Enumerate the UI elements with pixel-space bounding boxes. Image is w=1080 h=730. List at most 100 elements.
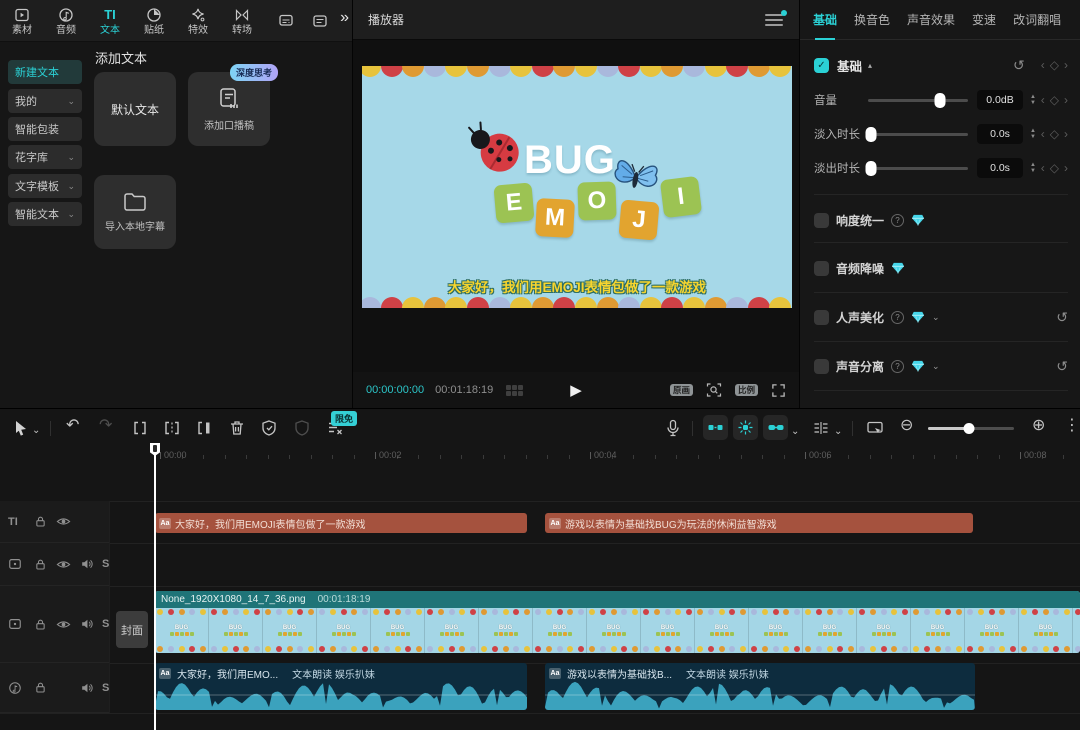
preview-toggle[interactable] (733, 415, 758, 440)
fade-out-slider[interactable] (868, 167, 968, 170)
video-clip[interactable]: None_1920X1080_14_7_36.png 00:01:18:19 B… (155, 591, 1080, 653)
keyframe-add-icon[interactable]: ◇ (1050, 58, 1059, 72)
playhead[interactable] (154, 447, 156, 730)
add-script-card[interactable]: 深度思考 添加口播稿 (188, 72, 270, 146)
keyframe-add-icon[interactable]: ◇ (1050, 93, 1059, 107)
slider-thumb[interactable] (866, 161, 877, 176)
reset-icon[interactable]: ↺ (1056, 309, 1068, 326)
zoom-in-icon[interactable]: ⊕ (1032, 417, 1045, 435)
tab-transitions[interactable]: 转场 (220, 0, 264, 42)
frame-grid-icon[interactable] (506, 385, 523, 396)
mask-edit-icon[interactable] (260, 419, 278, 437)
quality-button[interactable]: 原画 (670, 384, 693, 397)
play-button[interactable]: ▶ (570, 381, 582, 399)
ruler-tick (311, 455, 312, 459)
keyframe-next-icon[interactable]: › (1064, 58, 1068, 72)
timeline-zoom-slider[interactable] (928, 427, 1014, 430)
chevron-down-icon[interactable]: ⌄ (932, 312, 940, 323)
track-options-icon[interactable] (812, 419, 830, 437)
reset-icon[interactable]: ↺ (1056, 358, 1068, 375)
audio-clip[interactable]: Aa 大家好，我们用EMO... 文本朗读 娱乐扒妹 (155, 663, 527, 710)
keyframe-prev-icon[interactable]: ‹ (1041, 161, 1045, 175)
slider-thumb[interactable] (935, 93, 946, 108)
help-icon[interactable]: ? (891, 214, 904, 227)
help-icon[interactable]: ? (891, 311, 904, 324)
sidebar-item-new-text[interactable]: 新建文本⌄ (8, 60, 82, 84)
tab-text[interactable]: TI 文本 (88, 0, 132, 42)
sidebar-item-smart-pack[interactable]: 智能包装⌄ (8, 117, 82, 141)
sidebar-item-text-template[interactable]: 文字模板⌄ (8, 174, 82, 198)
denoise-checkbox[interactable] (814, 261, 829, 276)
tab-sound-effects[interactable]: 声音效果 (907, 11, 955, 28)
default-text-card[interactable]: 默认文本 (94, 72, 176, 146)
delete-icon[interactable] (228, 419, 246, 437)
sidebar-item-mine[interactable]: 我的⌄ (8, 89, 82, 113)
timeline-ruler[interactable]: 00:0000:0200:0400:0600:08 (0, 447, 1080, 465)
import-subtitles-card[interactable]: 导入本地字幕 (94, 175, 176, 249)
link-toggle[interactable] (763, 415, 788, 440)
zoom-thumb[interactable] (964, 423, 975, 434)
fade-out-value[interactable]: 0.0s (977, 158, 1023, 178)
expand-toolbar-button[interactable]: » (340, 9, 347, 27)
audio-clip[interactable]: Aa 游戏以表情为基础找B... 文本朗读 娱乐扒妹 (545, 663, 975, 710)
ruler-tick (977, 455, 978, 459)
split-icon[interactable] (131, 419, 149, 437)
select-tool-chevron[interactable]: ⌄ (32, 422, 40, 440)
select-tool-icon[interactable] (12, 419, 30, 437)
fade-in-value[interactable]: 0.0s (977, 124, 1023, 144)
video-preview-canvas[interactable]: BUG EMOJI 大家好，我们用EMOJI表情包做了一款游戏 (362, 66, 792, 308)
fullscreen-icon[interactable] (771, 383, 786, 398)
tab-clipped[interactable] (308, 0, 334, 42)
tab-sticker[interactable]: 贴纸 (132, 0, 176, 42)
keyframe-next-icon[interactable]: › (1064, 161, 1068, 175)
tab-captions[interactable] (264, 0, 308, 42)
slider-thumb[interactable] (866, 127, 877, 142)
tab-speed[interactable]: 变速 (972, 11, 996, 28)
keyframe-add-icon[interactable]: ◇ (1050, 127, 1059, 141)
basic-checkbox[interactable]: ✓ (814, 58, 829, 73)
ratio-button[interactable]: 比例 (735, 384, 758, 397)
adjust-preview-icon[interactable] (866, 419, 884, 437)
help-icon[interactable]: ? (891, 360, 904, 373)
volume-slider[interactable] (868, 99, 968, 102)
snap-toggle[interactable] (703, 415, 728, 440)
track-options-chevron[interactable]: ⌄ (834, 423, 842, 441)
record-voiceover-icon[interactable] (664, 419, 682, 437)
player-menu-icon[interactable] (765, 14, 783, 26)
volume-stepper[interactable]: ▲▼ (1027, 94, 1039, 106)
undo-icon[interactable]: ↶ (66, 417, 79, 435)
sidebar-item-smart-text[interactable]: 智能文本⌄ (8, 202, 82, 226)
chevron-down-icon[interactable]: ⌄ (932, 361, 940, 372)
keyframe-prev-icon[interactable]: ‹ (1041, 58, 1045, 72)
sidebar-item-fancy-text[interactable]: 花字库⌄ (8, 145, 82, 169)
keyframe-add-icon[interactable]: ◇ (1050, 161, 1059, 175)
fade-in-slider[interactable] (868, 133, 968, 136)
voice-beautify-checkbox[interactable] (814, 310, 829, 325)
collapse-icon[interactable]: ▴ (868, 61, 872, 70)
fade-in-stepper[interactable]: ▲▼ (1027, 128, 1039, 140)
split-delete-left-icon[interactable] (163, 419, 181, 437)
fade-out-stepper[interactable]: ▲▼ (1027, 162, 1039, 174)
tab-media[interactable]: 素材 (0, 0, 44, 42)
tab-effects[interactable]: 特效 (176, 0, 220, 42)
text-clip[interactable]: Aa 游戏以表情为基础找BUG为玩法的休闲益智游戏 (545, 513, 973, 533)
split-delete-right-icon[interactable] (195, 419, 213, 437)
more-options-icon[interactable]: ⋮ (1064, 417, 1080, 435)
scallop-dot (705, 297, 727, 308)
tab-voice-change[interactable]: 换音色 (854, 11, 890, 28)
volume-value[interactable]: 0.0dB (977, 90, 1023, 110)
reset-icon[interactable]: ↺ (1013, 57, 1025, 74)
zoom-out-icon[interactable]: ⊖ (900, 417, 913, 435)
link-toggle-chevron[interactable]: ⌄ (791, 423, 799, 441)
tab-audio[interactable]: 音频 (44, 0, 88, 42)
tab-basic[interactable]: 基础 (813, 11, 837, 28)
voice-separation-checkbox[interactable] (814, 359, 829, 374)
keyframe-next-icon[interactable]: › (1064, 127, 1068, 141)
loudness-checkbox[interactable] (814, 213, 829, 228)
tab-lyrics-cover[interactable]: 改词翻唱 (1013, 11, 1061, 28)
keyframe-prev-icon[interactable]: ‹ (1041, 93, 1045, 107)
text-clip[interactable]: Aa 大家好，我们用EMOJI表情包做了一款游戏 (155, 513, 527, 533)
preview-zoom-icon[interactable] (706, 382, 722, 398)
keyframe-next-icon[interactable]: › (1064, 93, 1068, 107)
keyframe-prev-icon[interactable]: ‹ (1041, 127, 1045, 141)
